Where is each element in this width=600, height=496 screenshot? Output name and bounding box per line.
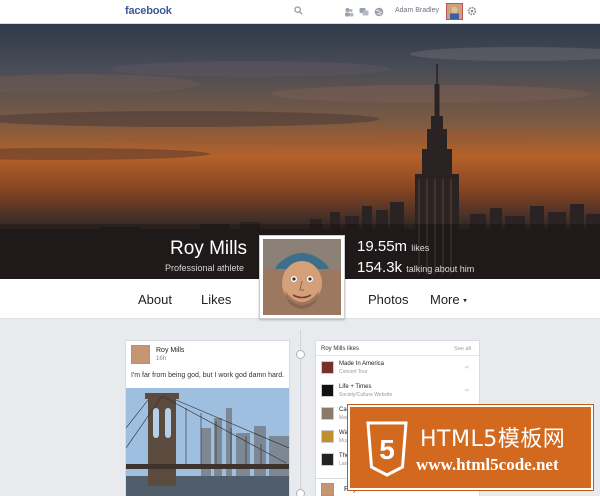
timeline-dot (296, 489, 305, 496)
page-thumbnail (321, 361, 334, 374)
post-author[interactable]: Roy Mills (156, 347, 184, 354)
liked-page-item[interactable]: Made In America Concert Tour ➜ (316, 358, 479, 380)
timeline-dot (296, 350, 305, 359)
facebook-logo[interactable]: facebook (125, 5, 172, 17)
page-category: Concert Tour (339, 369, 368, 375)
page-thumbnail (321, 453, 334, 466)
watermark-title: HTML5模板网 (420, 427, 566, 452)
html5-badge: 5 (379, 434, 395, 465)
talking-count: 154.3k (357, 259, 403, 276)
likes-label: likes (411, 243, 430, 253)
post-timestamp[interactable]: 16h (156, 356, 166, 362)
page-thumbnail (321, 430, 334, 443)
post-card: Roy Mills 16h I'm far from being god, bu… (125, 340, 290, 496)
post-author-avatar[interactable] (321, 483, 334, 496)
html5-shield-icon: 5 (366, 421, 408, 477)
post-text: I'm far from being god, but I work god d… (131, 372, 285, 379)
page-thumbnail (321, 407, 334, 420)
user-avatar[interactable] (446, 3, 463, 20)
watermark-banner: 5 HTML5模板网 www.html5code.net (347, 404, 594, 491)
profile-tagline: Professional athlete (165, 263, 245, 273)
talking-stat: 154.3k talking about him (357, 259, 474, 276)
likes-count: 19.55m (357, 238, 408, 255)
see-all-link[interactable]: See all (454, 346, 471, 352)
likes-stat: 19.55m likes (357, 238, 429, 255)
user-name-link[interactable]: Adam Bradley (395, 7, 439, 14)
like-arrow-icon[interactable]: ➜ (464, 387, 469, 394)
likes-box-title[interactable]: Roy Mills likes (321, 346, 359, 352)
page-name: Life + Times (339, 384, 372, 390)
tab-about[interactable]: About (138, 292, 172, 307)
friends-icon[interactable] (344, 7, 354, 17)
messages-icon[interactable] (359, 7, 369, 17)
profile-name: Roy Mills (170, 238, 248, 259)
top-navigation-bar: facebook Adam Bradley (0, 0, 600, 24)
post-photo[interactable] (126, 388, 289, 496)
tab-more[interactable]: More ▾ (430, 292, 467, 307)
liked-page-item[interactable]: Life + Times Society/Culture Website ➜ (316, 381, 479, 403)
page-thumbnail (321, 384, 334, 397)
globe-icon[interactable] (374, 7, 384, 17)
page-category: Mai (339, 415, 348, 421)
like-arrow-icon[interactable]: ➜ (464, 364, 469, 371)
search-icon[interactable] (294, 6, 303, 15)
watermark-url: www.html5code.net (416, 455, 559, 474)
gear-icon[interactable] (467, 6, 477, 16)
chevron-down-icon: ▾ (463, 297, 467, 305)
tab-photos[interactable]: Photos (368, 292, 408, 307)
page-category: Society/Culture Website (339, 392, 393, 398)
page-name: Made In America (339, 361, 385, 367)
profile-picture[interactable] (259, 235, 345, 319)
post-author-avatar[interactable] (131, 345, 150, 364)
tab-likes[interactable]: Likes (201, 292, 231, 307)
divider (316, 355, 479, 356)
talking-label: talking about him (406, 264, 475, 274)
tab-more-label: More (430, 292, 460, 307)
